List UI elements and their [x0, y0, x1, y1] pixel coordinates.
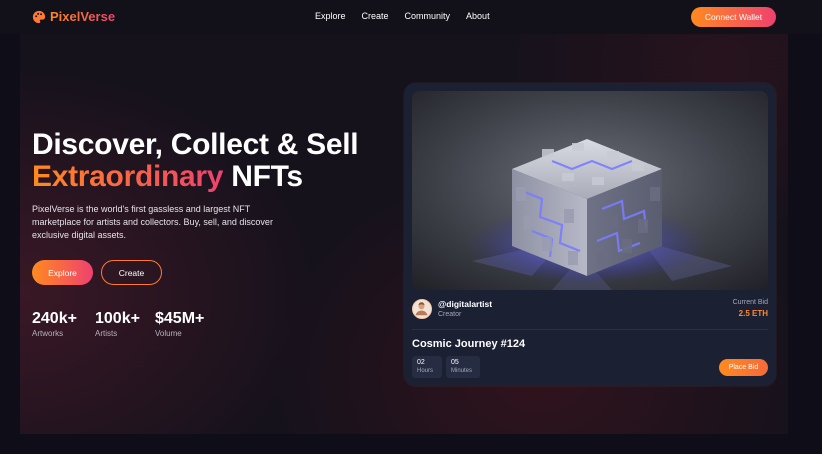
- creator-handle[interactable]: @digitalartist: [438, 299, 492, 309]
- nav-link-explore[interactable]: Explore: [315, 11, 346, 21]
- timer-label: Minutes: [451, 368, 473, 374]
- creator-avatar[interactable]: [412, 299, 432, 319]
- timer-value: 02: [417, 359, 425, 366]
- top-navbar: PixelVerse Explore Create Community Abou…: [0, 0, 822, 34]
- nav-links: Explore Create Community About: [315, 11, 490, 21]
- stat-artworks: 240k+ Artworks: [32, 310, 77, 338]
- person-icon: [415, 302, 428, 316]
- connect-wallet-button[interactable]: Connect Wallet: [691, 7, 776, 27]
- stat-value: $45M+: [155, 310, 205, 327]
- stat-artists: 100k+ Artists: [95, 310, 140, 338]
- timer-value: 05: [451, 359, 459, 366]
- card-divider: [412, 329, 768, 330]
- nft-card[interactable]: @digitalartist Creator Current Bid 2.5 E…: [404, 83, 776, 386]
- hero-description: PixelVerse is the world's first gassless…: [32, 204, 273, 240]
- brand-logo[interactable]: PixelVerse: [32, 9, 115, 24]
- timer-hours: 02 Hours: [412, 356, 442, 378]
- palette-icon: [32, 10, 46, 23]
- creator-label: Creator: [438, 311, 462, 318]
- hero-title-highlight: Extraordinary: [32, 160, 224, 193]
- explore-button[interactable]: Explore: [32, 260, 93, 285]
- stat-volume: $45M+ Volume: [155, 310, 204, 338]
- stat-value: 100k+: [95, 310, 140, 327]
- stat-label: Artworks: [32, 329, 64, 338]
- stat-value: 240k+: [32, 310, 77, 327]
- nft-title: Cosmic Journey #124: [412, 338, 526, 350]
- brand-name: PixelVerse: [50, 9, 116, 24]
- timer-minutes: 05 Minutes: [446, 356, 480, 378]
- hero-title-line2: Extraordinary NFTs: [32, 160, 303, 194]
- place-bid-button[interactable]: Place Bid: [719, 359, 768, 376]
- stat-label: Artists: [95, 329, 118, 338]
- current-bid-label: Current Bid: [732, 299, 768, 306]
- nav-link-create[interactable]: Create: [362, 11, 389, 21]
- timer-label: Hours: [417, 368, 434, 374]
- hero-title-rest: NFTs: [231, 160, 303, 193]
- nft-image[interactable]: [412, 91, 768, 290]
- stat-label: Volume: [155, 329, 182, 338]
- nav-link-community[interactable]: Community: [405, 11, 451, 21]
- voxel-cube-image: [412, 91, 768, 290]
- nav-link-about[interactable]: About: [466, 11, 490, 21]
- current-bid-value: 2.5 ETH: [738, 309, 768, 318]
- hero-title-line1: Discover, Collect & Sell: [32, 128, 359, 161]
- create-button[interactable]: Create: [101, 260, 162, 285]
